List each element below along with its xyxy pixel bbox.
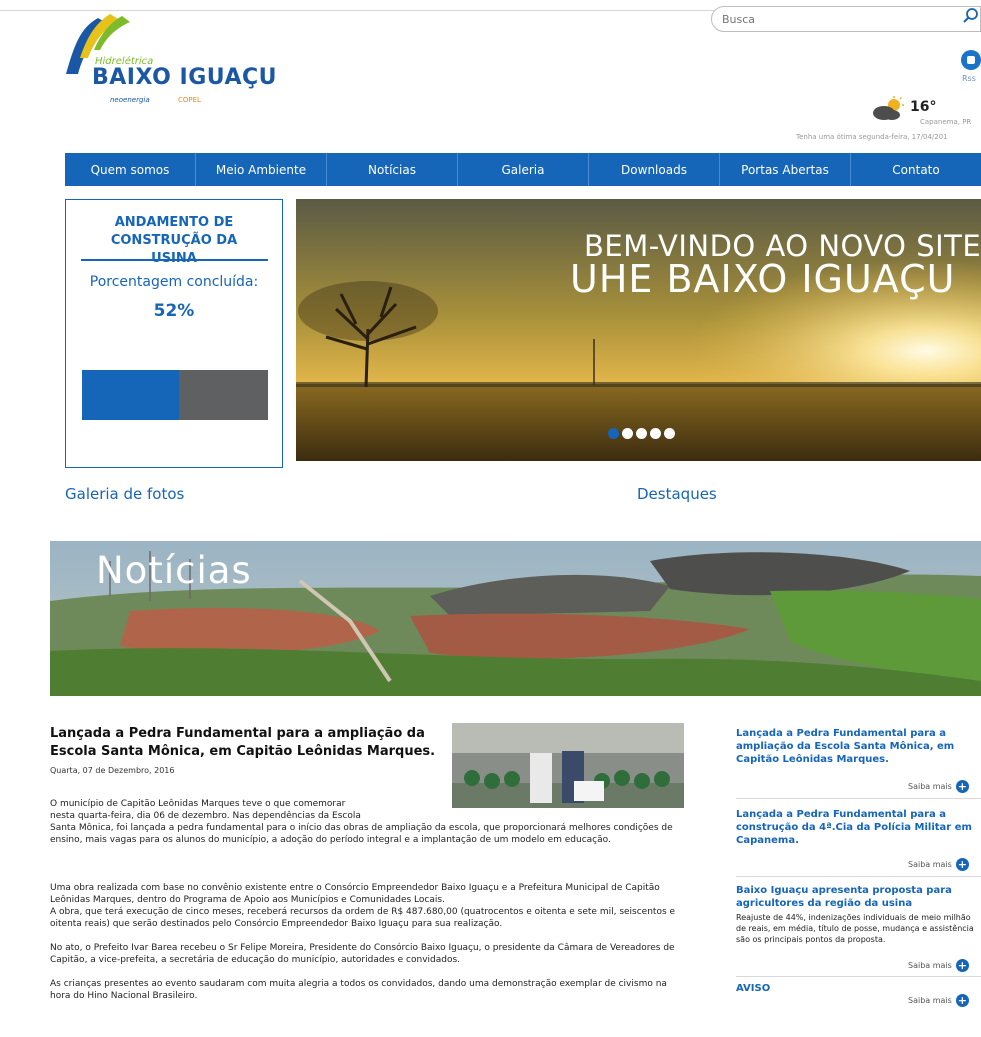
article-paragraph-2: Uma obra realizada com base no convênio … <box>50 883 660 905</box>
nav-noticias[interactable]: Notícias <box>327 153 458 186</box>
school-group-photo-image <box>452 723 684 808</box>
plus-icon: + <box>955 959 969 972</box>
temperature: 16° <box>910 99 937 115</box>
hero-heading-line2: UHE BAIXO IGUAÇU <box>570 257 956 301</box>
rss-label[interactable]: Rss <box>962 74 976 83</box>
nav-quem-somos[interactable]: Quem somos <box>65 153 196 186</box>
main-nav: Quem somos Meio Ambiente Notícias Galeri… <box>65 153 981 186</box>
sidebar-more-button[interactable]: Saiba mais + <box>908 994 969 1007</box>
plus-icon: + <box>955 780 969 793</box>
sidebar-item-description: Reajuste de 44%, indenizações individuai… <box>736 913 974 944</box>
article-paragraph-4: No ato, o Prefeito Ivar Barea recebeu o … <box>50 943 675 965</box>
more-label: Saiba mais <box>908 860 952 869</box>
plus-icon: + <box>955 994 969 1007</box>
logo-title: BAIXO IGUAÇU <box>92 65 277 90</box>
weather-partly-cloudy-icon <box>873 96 904 120</box>
article-date: Quarta, 07 de Dezembro, 2016 <box>50 766 175 775</box>
slider-dot[interactable] <box>622 428 633 439</box>
sidebar-item-title[interactable]: Baixo Iguaçu apresenta proposta para agr… <box>736 884 976 910</box>
sidebar-more-button[interactable]: Saiba mais + <box>908 959 969 972</box>
greeting-date: Tenha uma ótima segunda-feira, 17/04/201 <box>796 133 948 141</box>
plus-icon: + <box>955 858 969 871</box>
sidebar-divider <box>736 798 981 799</box>
gallery-link[interactable]: Galeria de fotos <box>65 485 184 503</box>
progress-bar <box>82 370 268 420</box>
search-icon[interactable] <box>962 7 980 25</box>
progress-bar-fill <box>82 370 179 420</box>
article-paragraph-3: A obra, que terá execução de cinco meses… <box>50 907 676 929</box>
site-logo[interactable] <box>60 14 270 114</box>
slider-dot[interactable] <box>664 428 675 439</box>
partner-logo-copel: COPEL <box>178 96 201 104</box>
nav-downloads[interactable]: Downloads <box>589 153 720 186</box>
nav-contato[interactable]: Contato <box>851 153 981 186</box>
article-title[interactable]: Lançada a Pedra Fundamental para a ampli… <box>50 725 440 761</box>
logo-swoosh-icon <box>66 14 130 74</box>
slider-dots <box>608 428 675 439</box>
hero-slider[interactable]: BEM-VINDO AO NOVO SITE UHE BAIXO IGUAÇU <box>296 199 981 461</box>
article-paragraph-5: As crianças presentes ao evento saudaram… <box>50 979 667 1001</box>
article-photo <box>452 723 684 808</box>
partner-logo-neoenergia: neoenergia <box>110 96 150 104</box>
slider-dot[interactable] <box>608 428 619 439</box>
article-paragraph-1a: O município de Capitão Leônidas Marques … <box>50 799 346 809</box>
more-label: Saiba mais <box>908 961 952 970</box>
search-box <box>711 6 981 32</box>
more-label: Saiba mais <box>908 782 952 791</box>
progress-label: Porcentagem concluída: <box>89 274 259 290</box>
sidebar-divider <box>736 976 981 977</box>
nav-portas-abertas[interactable]: Portas Abertas <box>720 153 851 186</box>
progress-divider <box>81 259 268 261</box>
highlights-link[interactable]: Destaques <box>637 485 717 503</box>
weather-city: Capanema, PR <box>920 118 972 126</box>
sidebar-item-title[interactable]: Lançada a Pedra Fundamental para a ampli… <box>736 727 972 766</box>
search-input[interactable] <box>722 10 952 28</box>
sidebar-divider <box>736 876 981 877</box>
nav-meio-ambiente[interactable]: Meio Ambiente <box>196 153 327 186</box>
slider-dot[interactable] <box>636 428 647 439</box>
rss-icon[interactable] <box>961 50 981 70</box>
sidebar-more-button[interactable]: Saiba mais + <box>908 858 969 871</box>
article-paragraph-1b: nesta quarta-feira, dia 06 de dezembro. … <box>50 811 361 821</box>
nav-galeria[interactable]: Galeria <box>458 153 589 186</box>
more-label: Saiba mais <box>908 996 952 1005</box>
news-banner-title: Notícias <box>96 549 252 592</box>
sidebar-more-button[interactable]: Saiba mais + <box>908 780 969 793</box>
progress-value: 52% <box>153 301 195 321</box>
slider-dot[interactable] <box>650 428 661 439</box>
sidebar-item-title[interactable]: Lançada a Pedra Fundamental para a const… <box>736 808 981 847</box>
construction-progress-panel: ANDAMENTO DE CONSTRUÇÃO DA USINA Porcent… <box>65 199 283 468</box>
article-paragraph-1c: Santa Mônica, foi lançada a pedra fundam… <box>50 823 673 845</box>
news-banner: Notícias <box>50 541 981 696</box>
